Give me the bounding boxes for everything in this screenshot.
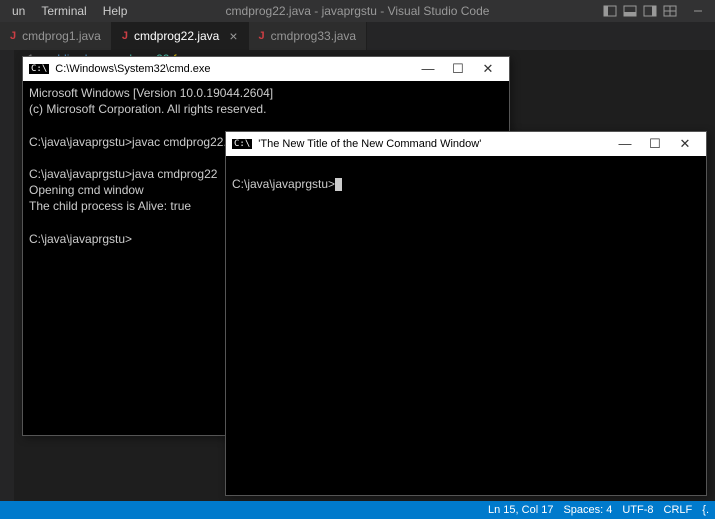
cmd-icon: C:\ bbox=[29, 64, 49, 74]
minimize-icon[interactable] bbox=[691, 4, 705, 18]
status-encoding[interactable]: UTF-8 bbox=[622, 504, 653, 516]
tab-label: cmdprog22.java bbox=[134, 29, 219, 43]
cmd-window-2[interactable]: C:\ 'The New Title of the New Command Wi… bbox=[225, 131, 707, 496]
panel-left-icon[interactable] bbox=[603, 4, 617, 18]
cmd2-output[interactable]: C:\java\javaprgstu> bbox=[226, 156, 706, 196]
status-spaces[interactable]: Spaces: 4 bbox=[563, 504, 612, 516]
tab-label: cmdprog33.java bbox=[271, 29, 356, 43]
menu-item-help[interactable]: Help bbox=[95, 1, 136, 21]
maximize-icon[interactable]: ☐ bbox=[640, 136, 670, 152]
menu-item-run[interactable]: un bbox=[4, 1, 33, 21]
close-icon[interactable]: × bbox=[229, 28, 237, 44]
tab-cmdprog33[interactable]: J cmdprog33.java bbox=[249, 22, 368, 50]
tab-cmdprog1[interactable]: J cmdprog1.java bbox=[0, 22, 112, 50]
cmd2-title: 'The New Title of the New Command Window… bbox=[258, 138, 481, 150]
status-lncol[interactable]: Ln 15, Col 17 bbox=[488, 504, 553, 516]
editor-tabs: J cmdprog1.java J cmdprog22.java × J cmd… bbox=[0, 22, 715, 50]
tab-label: cmdprog1.java bbox=[22, 29, 101, 43]
cmd1-title: C:\Windows\System32\cmd.exe bbox=[55, 63, 210, 75]
status-eol[interactable]: CRLF bbox=[664, 504, 693, 516]
layout-controls bbox=[603, 4, 711, 18]
activity-bar bbox=[0, 50, 14, 501]
cmd2-titlebar[interactable]: C:\ 'The New Title of the New Command Wi… bbox=[226, 132, 706, 156]
maximize-icon[interactable]: ☐ bbox=[443, 61, 473, 77]
close-icon[interactable]: ✕ bbox=[473, 61, 503, 77]
minimize-icon[interactable]: — bbox=[610, 136, 640, 152]
java-file-icon: J bbox=[259, 30, 265, 42]
status-lang[interactable]: {. bbox=[702, 504, 709, 516]
close-icon[interactable]: ✕ bbox=[670, 136, 700, 152]
panel-right-icon[interactable] bbox=[643, 4, 657, 18]
menubar: un Terminal Help cmdprog22.java - javapr… bbox=[0, 0, 715, 22]
window-title: cmdprog22.java - javaprgstu - Visual Stu… bbox=[226, 4, 490, 18]
tab-cmdprog22[interactable]: J cmdprog22.java × bbox=[112, 22, 249, 50]
menu-item-terminal[interactable]: Terminal bbox=[33, 1, 94, 21]
cmd1-titlebar[interactable]: C:\ C:\Windows\System32\cmd.exe — ☐ ✕ bbox=[23, 57, 509, 81]
panel-bottom-icon[interactable] bbox=[623, 4, 637, 18]
java-file-icon: J bbox=[122, 30, 128, 42]
cursor bbox=[335, 178, 342, 191]
minimize-icon[interactable]: — bbox=[413, 61, 443, 77]
java-file-icon: J bbox=[10, 30, 16, 42]
status-bar: Ln 15, Col 17 Spaces: 4 UTF-8 CRLF {. bbox=[0, 501, 715, 519]
layout-grid-icon[interactable] bbox=[663, 4, 677, 18]
cmd-icon: C:\ bbox=[232, 139, 252, 149]
